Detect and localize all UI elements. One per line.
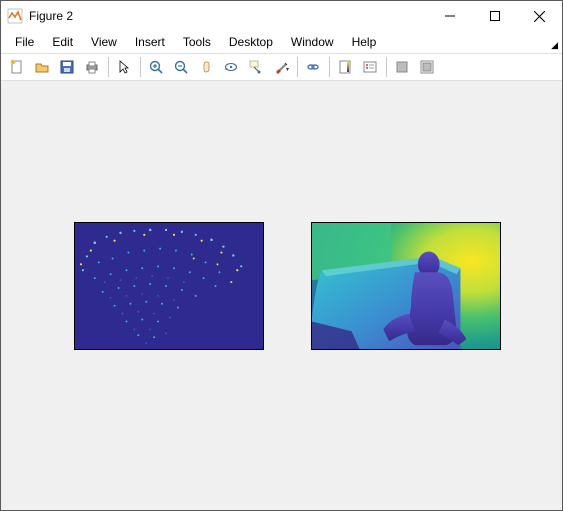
- pointer-button[interactable]: [112, 55, 136, 79]
- window-controls: [427, 1, 562, 31]
- menu-desktop[interactable]: Desktop: [221, 33, 281, 51]
- show-plot-tools-button[interactable]: [415, 55, 439, 79]
- toolbar-separator: [386, 57, 387, 77]
- menu-edit[interactable]: Edit: [44, 33, 81, 51]
- legend-button[interactable]: [358, 55, 382, 79]
- pan-button[interactable]: [194, 55, 218, 79]
- menu-tools[interactable]: Tools: [175, 33, 219, 51]
- app-icon: [7, 8, 23, 24]
- toolbar-separator: [329, 57, 330, 77]
- new-figure-button[interactable]: ✦: [5, 55, 29, 79]
- close-button[interactable]: [517, 1, 562, 31]
- colorbar-button[interactable]: [333, 55, 357, 79]
- menu-bar: File Edit View Insert Tools Desktop Wind…: [1, 31, 562, 53]
- link-button[interactable]: [301, 55, 325, 79]
- zoom-out-button[interactable]: [169, 55, 193, 79]
- menu-insert[interactable]: Insert: [127, 33, 173, 51]
- zoom-in-button[interactable]: [144, 55, 168, 79]
- axes-left[interactable]: [74, 222, 264, 350]
- figure-canvas[interactable]: [1, 81, 562, 510]
- toolbar: ✦ ▾: [1, 53, 562, 81]
- print-button[interactable]: [80, 55, 104, 79]
- rotate-3d-button[interactable]: [219, 55, 243, 79]
- title-bar: Figure 2: [1, 1, 562, 31]
- menu-window[interactable]: Window: [283, 33, 342, 51]
- menu-help[interactable]: Help: [344, 33, 385, 51]
- menu-file[interactable]: File: [7, 33, 42, 51]
- axes-right[interactable]: [311, 222, 501, 350]
- window-title: Figure 2: [29, 9, 427, 23]
- save-button[interactable]: [55, 55, 79, 79]
- brush-button[interactable]: ▾: [269, 55, 293, 79]
- hide-plot-tools-button[interactable]: [390, 55, 414, 79]
- data-cursor-button[interactable]: [244, 55, 268, 79]
- toolbar-separator: [108, 57, 109, 77]
- toolbar-separator: [297, 57, 298, 77]
- svg-text:▾: ▾: [286, 67, 289, 73]
- dock-arrow-icon[interactable]: ◢: [551, 40, 558, 51]
- svg-text:✦: ✦: [11, 60, 15, 66]
- minimize-button[interactable]: [427, 1, 472, 31]
- maximize-button[interactable]: [472, 1, 517, 31]
- toolbar-separator: [140, 57, 141, 77]
- menu-view[interactable]: View: [83, 33, 125, 51]
- open-button[interactable]: [30, 55, 54, 79]
